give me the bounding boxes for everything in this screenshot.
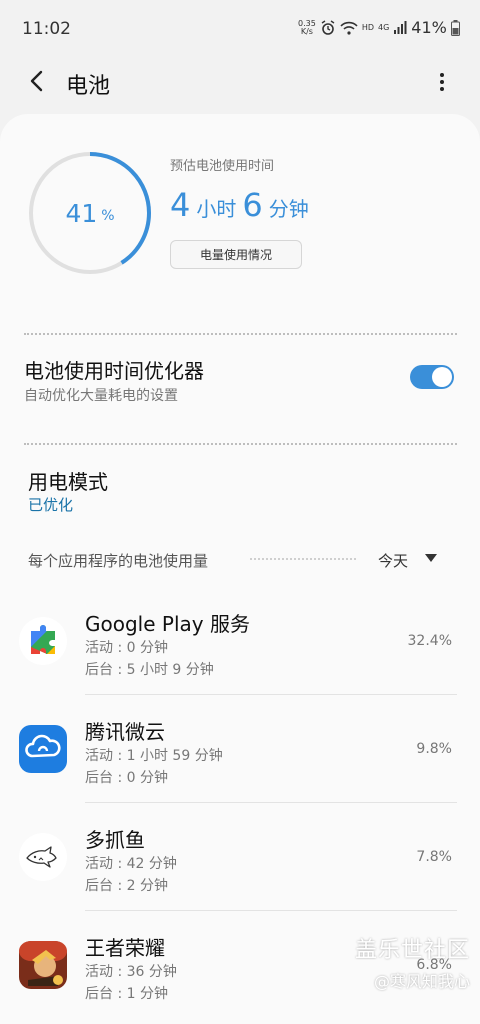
- net-speed-unit: K/s: [300, 26, 313, 36]
- google-play-services-icon: [19, 617, 67, 665]
- page-title: 电池: [66, 74, 111, 99]
- minutes-unit: 分钟: [268, 197, 309, 221]
- app-name: Google Play 服务: [85, 612, 250, 636]
- net-speed-indicator: 0.35 K/s: [298, 19, 316, 36]
- status-bar: 11:02 0.35 K/s HD 4G 41%: [0, 0, 480, 58]
- divider-dotted: [24, 333, 457, 335]
- app-usage-percent: 32.4%: [407, 633, 452, 649]
- list-divider: [85, 802, 457, 803]
- watermark-line-1: 盖乐世社区: [354, 938, 470, 963]
- app-row-google-play-services[interactable]: Google Play 服务 活动 : 0 分钟 后台 : 5 小时 9 分钟 …: [0, 588, 480, 695]
- estimate-hours: 4: [170, 186, 191, 224]
- app-usage-section-title: 每个应用程序的电池使用量: [28, 552, 209, 570]
- app-background-time: 后台 : 5 小时 9 分钟: [85, 662, 214, 678]
- status-icons: 0.35 K/s HD 4G 41%: [298, 18, 460, 37]
- battery-icon: [450, 19, 460, 36]
- wifi-icon: [340, 21, 358, 35]
- honor-of-kings-icon: [19, 941, 67, 989]
- app-active-time: 活动 : 36 分钟: [85, 964, 177, 980]
- battery-percent-number: 41: [65, 198, 98, 228]
- hd-label: HD: [361, 23, 374, 32]
- app-usage-percent: 9.8%: [416, 741, 452, 757]
- watermark: 盖乐世社区 @寒风知我心: [355, 932, 470, 992]
- weiyun-icon: [19, 725, 67, 773]
- app-usage-percent: 7.8%: [416, 849, 452, 865]
- list-divider: [85, 910, 457, 911]
- battery-percent-status: 41%: [411, 18, 447, 37]
- list-divider: [85, 694, 457, 695]
- alarm-icon: [321, 19, 335, 35]
- battery-percent-symbol: %: [101, 208, 115, 224]
- battery-percent: 41 %: [27, 150, 153, 276]
- section-dotted-line: [250, 558, 356, 560]
- optimizer-title: 电池使用时间优化器: [24, 359, 204, 383]
- app-background-time: 后台 : 0 分钟: [85, 770, 168, 786]
- signal-label: 4G: [378, 23, 390, 32]
- duozhuayu-icon: [19, 833, 67, 881]
- power-mode-value: 已优化: [28, 496, 74, 514]
- signal-icon: [394, 20, 407, 34]
- app-active-time: 活动 : 1 小时 59 分钟: [85, 748, 223, 764]
- app-active-time: 活动 : 42 分钟: [85, 856, 177, 872]
- app-background-time: 后台 : 2 分钟: [85, 878, 168, 894]
- app-name: 多抓鱼: [85, 828, 145, 852]
- divider-dotted: [24, 443, 457, 445]
- estimate-time: 4 小时 6 分钟: [170, 186, 309, 224]
- app-active-time: 活动 : 0 分钟: [85, 640, 168, 656]
- app-name: 王者荣耀: [85, 936, 165, 960]
- status-time: 11:02: [22, 19, 71, 39]
- app-background-time: 后台 : 1 分钟: [85, 986, 168, 1002]
- optimizer-subtitle: 自动优化大量耗电的设置: [24, 388, 178, 404]
- toggle-knob: [432, 367, 452, 387]
- app-row-duozhuayu[interactable]: 多抓鱼 活动 : 42 分钟 后台 : 2 分钟 7.8%: [0, 804, 480, 911]
- app-row-weiyun[interactable]: 腾讯微云 活动 : 1 小时 59 分钟 后台 : 0 分钟 9.8%: [0, 696, 480, 803]
- battery-usage-button[interactable]: 电量使用情况: [170, 240, 302, 269]
- dropdown-arrow-icon: [425, 554, 437, 562]
- period-label: 今天: [378, 552, 409, 570]
- estimate-label: 预估电池使用时间: [170, 159, 275, 174]
- app-name: 腾讯微云: [85, 720, 165, 744]
- power-mode-title: 用电模式: [28, 470, 108, 494]
- optimizer-toggle[interactable]: [410, 365, 454, 389]
- watermark-line-2: @寒风知我心: [373, 972, 470, 991]
- back-icon[interactable]: [26, 68, 50, 94]
- hours-unit: 小时: [196, 197, 237, 221]
- app-bar: 电池: [0, 58, 480, 108]
- estimate-minutes: 6: [242, 186, 263, 224]
- more-options-icon[interactable]: [432, 70, 452, 94]
